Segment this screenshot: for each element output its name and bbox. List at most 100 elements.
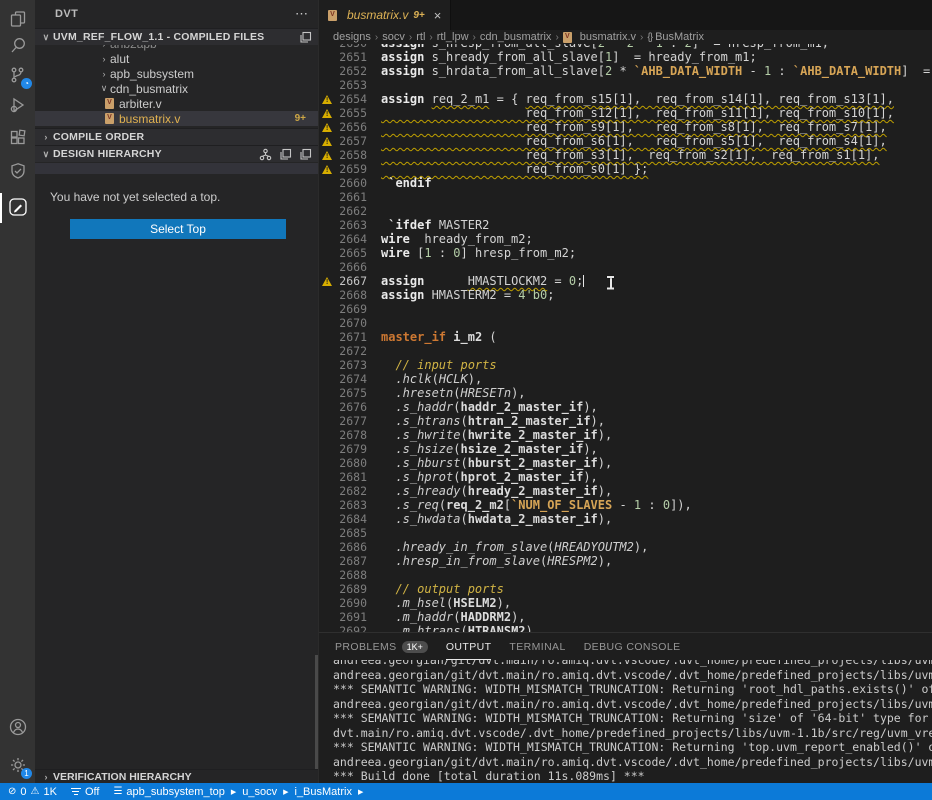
code-line[interactable]: 2667assign HMASTLOCKM2 = 0; bbox=[319, 274, 932, 288]
pane-header-verification-hierarchy[interactable]: › VERIFICATION HIERARCHY bbox=[35, 769, 318, 783]
testing-icon[interactable] bbox=[7, 160, 29, 182]
code-viewport[interactable]: 2650assign s_hresp_from_all_slave[2 * 2 … bbox=[319, 44, 932, 632]
code-line[interactable]: 2692 .m_htrans(HTRANSM2), bbox=[319, 624, 932, 632]
code-line[interactable]: 2689 // output ports bbox=[319, 582, 932, 596]
code-line[interactable]: 2680 .s_hburst(hburst_2_master_if), bbox=[319, 456, 932, 470]
line-number: 2662 bbox=[334, 204, 367, 218]
code-line[interactable]: 2688 bbox=[319, 568, 932, 582]
breadcrumb-item-rtl[interactable]: rtl bbox=[416, 31, 425, 43]
code-line[interactable]: 2654assign req_2_m1 = { req_from_s15[1],… bbox=[319, 92, 932, 106]
code-line[interactable]: 2668assign HMASTERM2 = 4'b0; bbox=[319, 288, 932, 302]
code-line[interactable]: 2676 .s_haddr(haddr_2_master_if), bbox=[319, 400, 932, 414]
settings-gear-icon[interactable]: 1 bbox=[7, 754, 29, 776]
code-line[interactable]: 2673 // input ports bbox=[319, 358, 932, 372]
breadcrumb-item-rtl_lpw[interactable]: rtl_lpw bbox=[437, 31, 469, 43]
code-line[interactable]: 2674 .hclk(HCLK), bbox=[319, 372, 932, 386]
select-top-button[interactable]: Select Top bbox=[70, 219, 286, 239]
collapse-all-icon[interactable] bbox=[299, 31, 312, 44]
code-text: .m_hsel(HSELM2), bbox=[381, 596, 932, 610]
explorer-icon[interactable] bbox=[7, 8, 29, 30]
code-line[interactable]: 2672 bbox=[319, 344, 932, 358]
tree-item-arbiter-v[interactable]: arbiter.v bbox=[35, 96, 318, 111]
code-line[interactable]: 2664wire hready_from_m2; bbox=[319, 232, 932, 246]
code-line[interactable]: 2686 .hready_in_from_slave(HREADYOUTM2), bbox=[319, 540, 932, 554]
code-line[interactable]: 2678 .s_hwrite(hwrite_2_master_if), bbox=[319, 428, 932, 442]
output-console[interactable]: andreea.georgian/git/dvt.main/ro.amiq.dv… bbox=[319, 660, 932, 783]
tab-terminal[interactable]: TERMINAL bbox=[509, 633, 565, 660]
breadcrumb-item-BusMatrix[interactable]: {}BusMatrix bbox=[647, 31, 704, 43]
code-line[interactable]: 2655 req_from_s12[1], req_from_s11[1], r… bbox=[319, 106, 932, 120]
line-number: 2657 bbox=[334, 134, 367, 148]
gutter-cell bbox=[319, 484, 334, 498]
error-icon: ⊘ bbox=[8, 787, 16, 797]
code-line[interactable]: 2652assign s_hrdata_from_all_slave[2 * `… bbox=[319, 64, 932, 78]
tab-problems[interactable]: PROBLEMS 1K+ bbox=[335, 633, 428, 660]
dvt-icon[interactable] bbox=[7, 196, 29, 218]
expand-all-icon[interactable] bbox=[279, 148, 292, 161]
source-control-icon[interactable]: ◔ bbox=[7, 64, 29, 86]
pane-header-design-hierarchy[interactable]: ∨ DESIGN HIERARCHY bbox=[35, 145, 318, 162]
code-line[interactable]: 2665wire [1 : 0] hresp_from_m2; bbox=[319, 246, 932, 260]
pane-label: DESIGN HIERARCHY bbox=[53, 148, 162, 160]
select-top-icon[interactable] bbox=[259, 148, 272, 161]
run-debug-icon[interactable] bbox=[7, 94, 29, 116]
gutter-cell bbox=[319, 78, 334, 92]
breadcrumb-label: rtl_lpw bbox=[437, 31, 469, 43]
code-line[interactable]: 2690 .m_hsel(HSELM2), bbox=[319, 596, 932, 610]
code-line[interactable]: 2659 req_from_s0[1] }; bbox=[319, 162, 932, 176]
tree-item-busmatrix-v[interactable]: busmatrix.v9+ bbox=[35, 111, 318, 126]
search-icon[interactable] bbox=[7, 34, 29, 56]
tree-item-cdn_busmatrix[interactable]: ∨cdn_busmatrix bbox=[35, 81, 318, 96]
problems-status[interactable]: ⊘ 0 ⚠ 1K bbox=[8, 786, 57, 798]
code-line[interactable]: 2669 bbox=[319, 302, 932, 316]
close-icon[interactable]: × bbox=[434, 8, 442, 23]
code-line[interactable]: 2661 bbox=[319, 190, 932, 204]
line-number: 2663 bbox=[334, 218, 367, 232]
code-line[interactable]: 2656 req_from_s9[1], req_from_s8[1], req… bbox=[319, 120, 932, 134]
code-line[interactable]: 2687 .hresp_in_from_slave(HRESPM2), bbox=[319, 554, 932, 568]
code-line[interactable]: 2651assign s_hready_from_all_slave[1] = … bbox=[319, 50, 932, 64]
code-line[interactable]: 2671master_if i_m2 ( bbox=[319, 330, 932, 344]
code-line[interactable]: 2682 .s_hready(hready_2_master_if), bbox=[319, 484, 932, 498]
code-line[interactable]: 2670 bbox=[319, 316, 932, 330]
tree-item-alut[interactable]: ›alut bbox=[35, 51, 318, 66]
breadcrumb-separator: › bbox=[555, 32, 558, 43]
code-line[interactable]: 2679 .s_hsize(hsize_2_master_if), bbox=[319, 442, 932, 456]
code-line[interactable]: 2657 req_from_s6[1], req_from_s5[1], req… bbox=[319, 134, 932, 148]
code-line[interactable]: 2660 `endif bbox=[319, 176, 932, 190]
breadcrumb-item-designs[interactable]: designs bbox=[333, 31, 371, 43]
tab-debug-console[interactable]: DEBUG CONSOLE bbox=[584, 633, 681, 660]
breadcrumb-item-busmatrix-v[interactable]: busmatrix.v bbox=[563, 31, 636, 43]
code-line[interactable]: 2658 req_from_s3[1], req_from_s2[1], req… bbox=[319, 148, 932, 162]
hierarchy-breadcrumb[interactable]: ☰ apb_subsystem_top▶u_socv▶i_BusMatrix▶ bbox=[113, 786, 365, 798]
line-number: 2677 bbox=[334, 414, 367, 428]
verilog-file-icon bbox=[105, 113, 114, 124]
code-line[interactable]: 2662 bbox=[319, 204, 932, 218]
breadcrumb-item-socv[interactable]: socv bbox=[382, 31, 405, 43]
breadcrumb-item-cdn_busmatrix[interactable]: cdn_busmatrix bbox=[480, 31, 552, 43]
account-icon[interactable] bbox=[7, 716, 29, 738]
more-actions-icon[interactable]: ⋯ bbox=[295, 6, 308, 22]
pane-header-compiled-files[interactable]: ∨ UVM_REF_FLOW_1.1 - COMPILED FILES bbox=[35, 28, 318, 45]
code-line[interactable]: 2677 .s_htrans(htran_2_master_if), bbox=[319, 414, 932, 428]
tab-output[interactable]: OUTPUT bbox=[446, 633, 492, 660]
code-line[interactable]: 2675 .hresetn(HRESETn), bbox=[319, 386, 932, 400]
code-line[interactable]: 2683 .s_req(req_2_m2[`NUM_OF_SLAVES - 1 … bbox=[319, 498, 932, 512]
code-line[interactable]: 2685 bbox=[319, 526, 932, 540]
pane-header-compile-order[interactable]: › COMPILE ORDER bbox=[35, 128, 318, 145]
extensions-icon[interactable] bbox=[7, 127, 29, 149]
code-line[interactable]: 2681 .s_hprot(hprot_2_master_if), bbox=[319, 470, 932, 484]
trace-toggle[interactable]: Off bbox=[71, 786, 99, 798]
code-line[interactable]: 2666 bbox=[319, 260, 932, 274]
tree-item-apb_subsystem[interactable]: ›apb_subsystem bbox=[35, 66, 318, 81]
code-text bbox=[381, 344, 932, 358]
gutter-cell bbox=[319, 554, 334, 568]
tab-busmatrix[interactable]: busmatrix.v 9+ × bbox=[319, 0, 451, 30]
code-line[interactable]: 2684 .s_hwdata(hwdata_2_master_if), bbox=[319, 512, 932, 526]
code-line[interactable]: 2653 bbox=[319, 78, 932, 92]
code-line[interactable]: 2663 `ifdef MASTER2 bbox=[319, 218, 932, 232]
collapse-all-icon[interactable] bbox=[299, 148, 312, 161]
gutter-cell bbox=[319, 330, 334, 344]
breadcrumbs: designs›socv›rtl›rtl_lpw›cdn_busmatrix›b… bbox=[319, 30, 932, 44]
code-line[interactable]: 2691 .m_haddr(HADDRM2), bbox=[319, 610, 932, 624]
